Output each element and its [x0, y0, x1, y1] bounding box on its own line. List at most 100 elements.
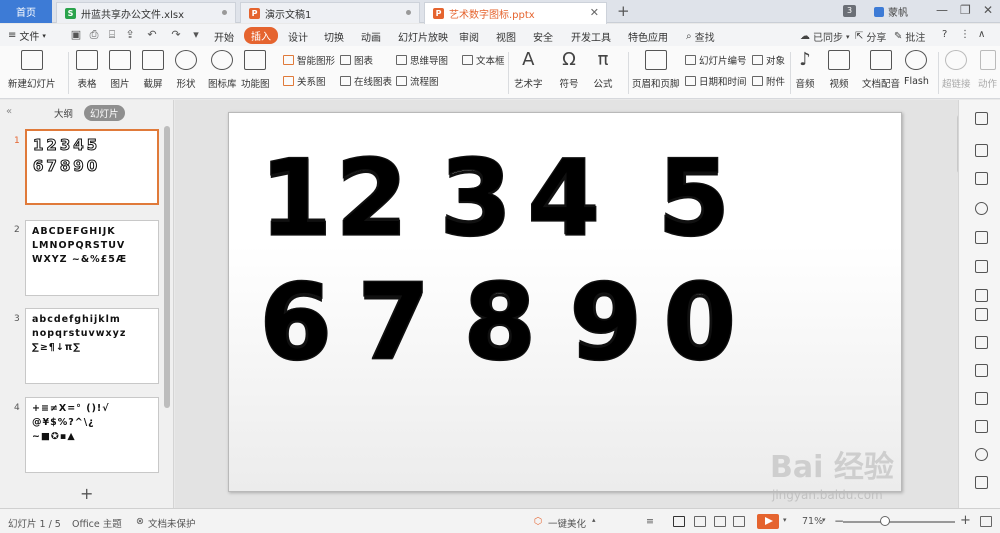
action-button[interactable]: 动作 — [978, 50, 997, 90]
digit-6[interactable]: 6 — [260, 271, 333, 374]
export-icon[interactable]: ⇪ — [124, 29, 136, 41]
video-button[interactable]: 视频 — [828, 50, 850, 90]
normal-view-icon[interactable] — [673, 516, 685, 527]
icon-library-button[interactable]: 图标库 — [208, 50, 237, 90]
speaker-side-icon[interactable] — [975, 448, 988, 461]
digit-0[interactable]: 0 — [664, 271, 737, 374]
transform-icon[interactable] — [975, 172, 988, 185]
zoom-slider-handle[interactable] — [880, 516, 890, 526]
doc-tab-active[interactable]: P 艺术数字图标.pptx ✕ — [424, 2, 607, 24]
flow-chart-button[interactable]: 流程图 — [396, 74, 439, 88]
slide-number-button[interactable]: 幻灯片编号 — [685, 53, 747, 67]
notes-icon[interactable]: ≡ — [646, 516, 654, 527]
digit-7[interactable]: 7 — [358, 271, 431, 374]
file-menu[interactable]: ≡ 文件 ▾ — [8, 28, 46, 43]
fill-icon[interactable] — [975, 202, 988, 215]
menu-special[interactable]: 特色应用 — [628, 29, 668, 44]
layers-icon[interactable] — [975, 144, 988, 157]
symbol-button[interactable]: Ω 符号 — [558, 50, 580, 91]
slide-thumbnail-4[interactable]: +≡≠X=° ()!√ @¥$%?^\¿ ~■✪▪▲ — [25, 397, 159, 473]
select-icon[interactable] — [975, 112, 988, 125]
doc-tab-presentation1[interactable]: P 演示文稿1 — [240, 2, 420, 23]
new-slide-button[interactable]: 新建幻灯片 — [8, 50, 56, 90]
home-tab[interactable]: 首页 — [0, 0, 52, 23]
settings-sliders-icon[interactable] — [975, 308, 988, 321]
hyperlink-button[interactable]: 超链接 — [942, 50, 971, 90]
menu-transition[interactable]: 切换 — [324, 29, 344, 44]
search-box[interactable]: ⌕ 查找 — [686, 29, 715, 44]
slide-thumbnail-3[interactable]: abcdefghijklm nopqrstuvwxyz ∑≥¶↓π∑ — [25, 308, 159, 384]
digit-4[interactable]: 4 — [528, 147, 601, 250]
menu-developer[interactable]: 开发工具 — [571, 29, 611, 44]
menu-review[interactable]: 审阅 — [459, 29, 479, 44]
menu-design[interactable]: 设计 — [288, 29, 308, 44]
narration-button[interactable]: 文档配音 — [862, 50, 900, 90]
print-icon[interactable]: ⌸ — [106, 29, 118, 41]
print-preview-icon[interactable]: ⎙ — [88, 29, 100, 41]
chart-button[interactable]: 图表 — [340, 53, 373, 67]
protection-status[interactable]: 文档未保护 — [148, 516, 196, 530]
reading-view-icon[interactable] — [714, 516, 726, 527]
digit-9[interactable]: 9 — [570, 271, 643, 374]
chart-side-icon[interactable] — [975, 289, 988, 302]
user-account[interactable]: 蒙帆 — [874, 4, 908, 19]
sorter-view-icon[interactable] — [694, 516, 706, 527]
save-icon[interactable]: ▣ — [70, 29, 82, 41]
play-slideshow-button[interactable] — [757, 514, 779, 529]
shield-icon[interactable] — [975, 476, 988, 489]
window-count-badge[interactable]: 3 — [843, 5, 856, 17]
panel-scrollbar[interactable] — [164, 126, 170, 408]
help-button[interactable]: ? — [942, 29, 947, 40]
more-icon[interactable]: ⋮ — [960, 29, 970, 40]
comment-button[interactable]: ✎ 批注 — [894, 29, 925, 44]
maximize-icon[interactable]: ❐ — [960, 3, 971, 17]
menu-start[interactable]: 开始 — [214, 29, 234, 44]
add-tab-button[interactable]: + — [617, 2, 630, 20]
picture-button[interactable]: 图片 — [109, 50, 131, 90]
style-icon[interactable] — [975, 231, 988, 244]
relation-chart-button[interactable]: 关系图 — [283, 74, 326, 88]
collapse-panel-icon[interactable]: « — [6, 106, 12, 117]
redo-icon[interactable]: ↷ — [170, 29, 182, 41]
chevron-down-icon[interactable]: ▾ — [783, 516, 787, 524]
close-icon[interactable]: ✕ — [590, 6, 599, 19]
tab-slides[interactable]: 幻灯片 — [84, 105, 125, 121]
sync-button[interactable]: ☁ 已同步 ▾ — [800, 29, 850, 44]
shape-button[interactable]: 形状 — [175, 50, 197, 90]
audio-button[interactable]: ♪ 音频 — [794, 50, 816, 91]
digit-3[interactable]: 3 — [440, 147, 513, 250]
doc-tab-xlsx[interactable]: S 卅蓝共享办公文件.xlsx — [56, 2, 236, 23]
zoom-level[interactable]: 71% — [802, 516, 823, 527]
minimize-icon[interactable]: — — [936, 3, 948, 17]
screenshot-button[interactable]: 截屏 — [142, 50, 164, 90]
mind-map-button[interactable]: 思维导图 — [396, 53, 448, 67]
chevron-down-icon[interactable]: ▾ — [190, 29, 202, 41]
beautify-button[interactable]: 一键美化 — [548, 516, 586, 530]
online-chart-button[interactable]: 在线图表 — [340, 74, 392, 88]
image-icon[interactable] — [975, 420, 988, 433]
add-slide-button[interactable]: + — [80, 484, 93, 503]
slide-thumbnail-1[interactable]: 12345 67890 — [25, 129, 159, 205]
formula-button[interactable]: π 公式 — [592, 50, 614, 91]
table-button[interactable]: 表格 — [76, 50, 98, 90]
undo-icon[interactable]: ↶ — [146, 29, 158, 41]
chevron-up-icon[interactable]: ▴ — [592, 516, 596, 524]
menu-slideshow[interactable]: 幻灯片放映 — [398, 29, 448, 44]
presenter-view-icon[interactable] — [733, 516, 745, 527]
menu-animation[interactable]: 动画 — [361, 29, 381, 44]
chevron-down-icon[interactable]: ▾ — [822, 516, 826, 524]
animation-icon[interactable] — [975, 336, 988, 349]
smart-graphic-button[interactable]: 智能图形 — [283, 53, 335, 67]
text-box-button[interactable]: 文本框 — [462, 53, 505, 67]
attachment-button[interactable]: 附件 — [752, 74, 785, 88]
transition-icon[interactable] — [975, 392, 988, 405]
tab-outline[interactable]: 大纲 — [54, 106, 73, 120]
share-button[interactable]: ⇱ 分享 — [855, 29, 886, 44]
zoom-in-button[interactable]: + — [960, 513, 971, 528]
art-text-button[interactable]: A 艺术字 — [514, 50, 543, 91]
fit-window-icon[interactable] — [980, 516, 992, 527]
header-footer-button[interactable]: 页眉和页脚 — [632, 50, 680, 90]
digit-2[interactable]: 2 — [336, 147, 409, 250]
date-time-button[interactable]: 日期和时间 — [685, 74, 747, 88]
digit-8[interactable]: 8 — [464, 271, 537, 374]
